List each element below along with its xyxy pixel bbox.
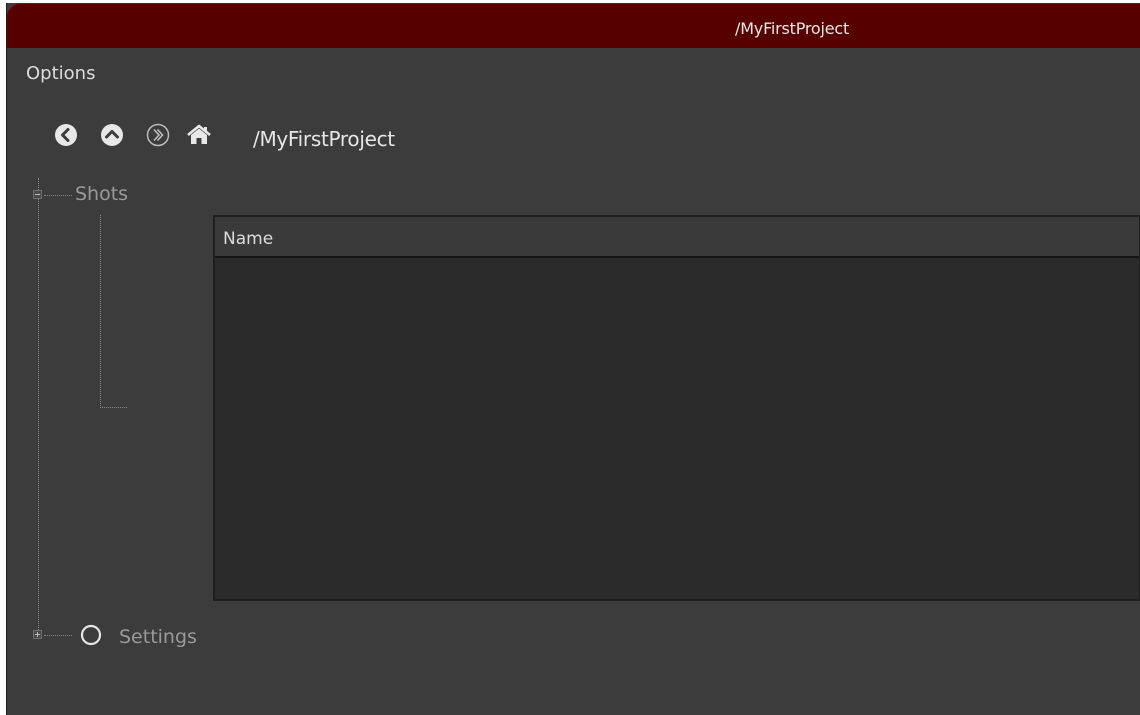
current-path: /MyFirstProject bbox=[253, 127, 395, 151]
menu-options[interactable]: Options bbox=[26, 63, 95, 84]
tree-branch-shots bbox=[44, 195, 72, 196]
home-icon bbox=[186, 123, 211, 147]
tree-node-shots[interactable]: Shots bbox=[75, 183, 128, 205]
chevron-up-circle-icon bbox=[100, 123, 124, 147]
forward-button[interactable] bbox=[146, 123, 170, 147]
up-button[interactable] bbox=[100, 123, 124, 147]
double-chevron-right-circle-icon bbox=[146, 123, 170, 147]
column-header-name[interactable]: Name bbox=[223, 229, 273, 249]
tree-branch-settings bbox=[44, 635, 72, 636]
back-button[interactable] bbox=[54, 123, 78, 147]
tree-shots-child-branch bbox=[100, 407, 127, 408]
tree-node-settings[interactable]: Settings bbox=[119, 626, 197, 648]
list-header: Name bbox=[215, 217, 1139, 258]
tree-shots-child-line bbox=[100, 215, 101, 408]
minus-box-icon bbox=[35, 194, 40, 195]
circle-outline-icon bbox=[80, 624, 102, 646]
window-title: /MyFirstProject bbox=[735, 19, 850, 38]
home-button[interactable] bbox=[186, 123, 211, 147]
settings-expand-toggle[interactable] bbox=[33, 630, 42, 639]
app-window: /MyFirstProject Options /MyFirstProject … bbox=[6, 3, 1140, 715]
chevron-left-circle-icon bbox=[54, 123, 78, 147]
menu-bar: Options bbox=[7, 48, 1140, 86]
shots-collapse-toggle[interactable] bbox=[33, 190, 42, 199]
shots-list[interactable]: Name bbox=[213, 215, 1140, 601]
title-bar[interactable]: /MyFirstProject bbox=[7, 3, 1140, 48]
tree-root-line bbox=[38, 178, 39, 634]
